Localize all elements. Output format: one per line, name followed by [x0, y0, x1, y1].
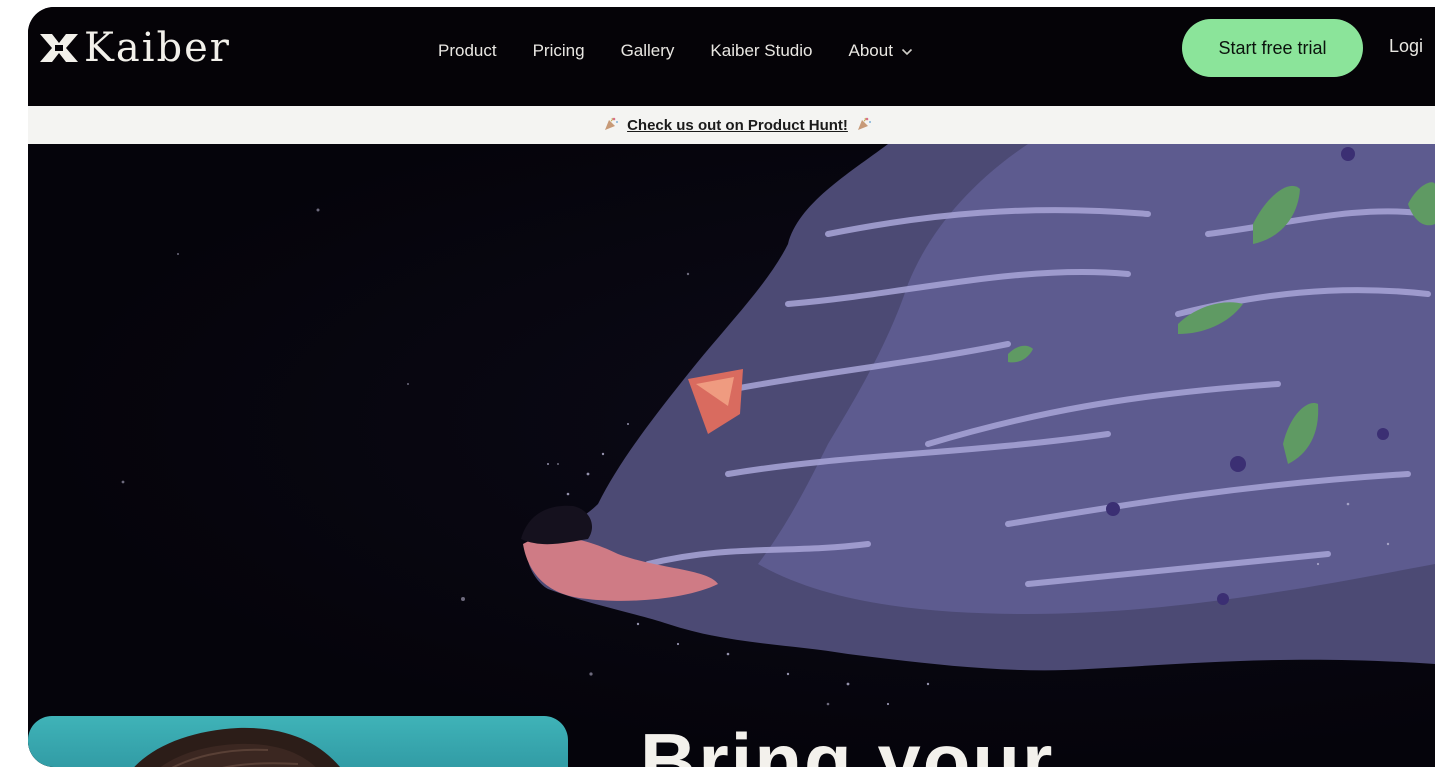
nav-link-gallery[interactable]: Gallery	[621, 41, 675, 61]
brand-name: Kaiber	[84, 25, 231, 71]
chevron-down-icon	[901, 41, 913, 61]
nav-link-pricing[interactable]: Pricing	[533, 41, 585, 61]
nav-link-kaiber-studio[interactable]: Kaiber Studio	[710, 41, 812, 61]
product-hunt-link[interactable]: Check us out on Product Hunt!	[627, 117, 848, 134]
hero-illustration	[121, 144, 1435, 706]
top-navigation: Kaiber Product Pricing Gallery Kaiber St…	[28, 7, 1435, 106]
nav-dropdown-about[interactable]: About	[849, 41, 913, 61]
hero-heading: Bring your	[640, 717, 1055, 767]
hero-thumbnail-image	[28, 716, 568, 767]
login-link[interactable]: Logi	[1389, 36, 1423, 57]
party-popper-icon	[856, 116, 872, 135]
party-popper-icon	[603, 116, 619, 135]
browser-viewport: Kaiber Product Pricing Gallery Kaiber St…	[28, 7, 1435, 767]
nav-links: Product Pricing Gallery Kaiber Studio Ab…	[438, 36, 913, 66]
kaiber-logo-icon	[38, 31, 80, 65]
brand-logo[interactable]: Kaiber	[38, 26, 231, 70]
announcement-bar: Check us out on Product Hunt!	[28, 106, 1435, 144]
start-free-trial-button[interactable]: Start free trial	[1182, 19, 1363, 77]
nav-link-product[interactable]: Product	[438, 41, 497, 61]
hero-section: Bring your	[28, 144, 1435, 767]
nav-link-about: About	[848, 41, 893, 60]
